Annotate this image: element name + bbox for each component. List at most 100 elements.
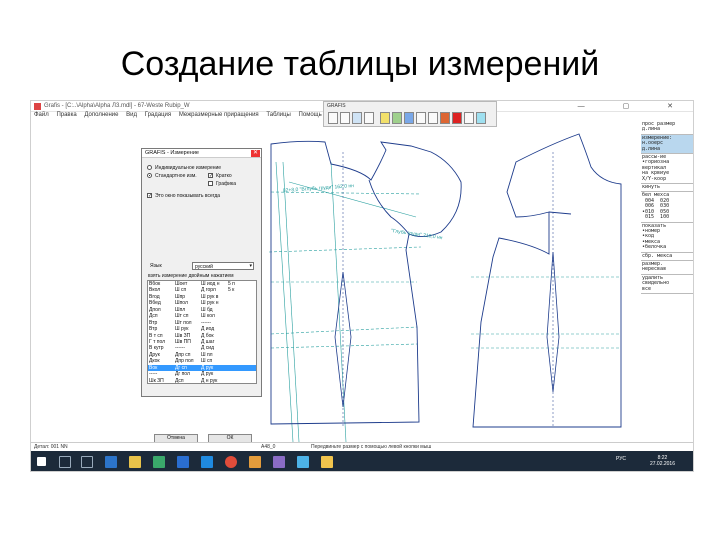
panel-item[interactable]: измерение: н.ооерс д.лина bbox=[641, 134, 693, 155]
taskbar-app-icon[interactable] bbox=[321, 456, 333, 468]
options-icon[interactable] bbox=[464, 112, 474, 124]
new-icon[interactable] bbox=[328, 112, 338, 124]
language-indicator[interactable]: РУС bbox=[616, 456, 626, 462]
chevron-down-icon: ▾ bbox=[249, 263, 252, 269]
info-icon[interactable] bbox=[476, 112, 486, 124]
measurement-cell: Дсп bbox=[149, 313, 158, 320]
app-icon bbox=[34, 103, 41, 110]
construction-lines bbox=[268, 191, 621, 349]
zoom-icon[interactable] bbox=[352, 112, 362, 124]
menu-file[interactable]: Файл bbox=[34, 112, 49, 118]
measurement-cell: Ш пл bbox=[201, 351, 213, 358]
measurement-cell: В т сп bbox=[149, 332, 163, 339]
panel-item[interactable]: размер. нересвав bbox=[641, 261, 693, 275]
check-short[interactable]: ✓ bbox=[208, 173, 213, 179]
measurement-cell: Дг пол bbox=[175, 371, 190, 378]
language-value: русский bbox=[195, 264, 213, 270]
taskbar-app-icon[interactable] bbox=[249, 456, 261, 468]
grafis-taskbar-icon[interactable] bbox=[297, 456, 309, 468]
panel-item[interactable]: удалить свидельно все bbox=[641, 275, 693, 294]
check-show-always[interactable]: ✓ bbox=[147, 193, 152, 199]
measurement-cell: Д сид bbox=[201, 345, 214, 352]
measurement-cell: ------ bbox=[175, 345, 185, 352]
menu-help[interactable]: Помощь bbox=[299, 112, 322, 118]
window-controls[interactable]: — ▢ ✕ bbox=[578, 102, 691, 110]
undo-icon[interactable] bbox=[440, 112, 450, 124]
measurement-cell: Дсп bbox=[175, 377, 184, 384]
measurement-cell: ----- bbox=[149, 371, 158, 378]
measurement-cell: Втр bbox=[149, 319, 158, 326]
measurement-cell: Шт пол bbox=[175, 319, 192, 326]
measurement-cell: ------ bbox=[201, 319, 211, 326]
menu-view[interactable]: Вид bbox=[126, 112, 137, 118]
check-short-label: Кратко bbox=[216, 173, 232, 179]
close-icon[interactable]: ✕ bbox=[251, 150, 260, 157]
slide-title: Создание таблицы измерений bbox=[120, 45, 600, 83]
front-piece-outline bbox=[270, 140, 462, 425]
taskbar-app-icon[interactable] bbox=[177, 456, 189, 468]
measurement-cell: 5 к bbox=[228, 287, 235, 294]
folder-icon[interactable] bbox=[129, 456, 141, 468]
measurement-cell: Ш рук bbox=[175, 326, 189, 333]
check-graphic[interactable] bbox=[208, 181, 213, 186]
menu-edit[interactable]: Правка bbox=[56, 112, 76, 118]
radio-individual[interactable] bbox=[147, 165, 152, 170]
measurement-row[interactable]: Шк ЗП Дсп Д н рук bbox=[148, 377, 256, 384]
grafis-toolbar: GRAFIS bbox=[323, 101, 497, 127]
language-select[interactable]: русский ▾ bbox=[192, 262, 254, 270]
save-icon[interactable] bbox=[340, 112, 350, 124]
status-size: А48_0 bbox=[261, 444, 276, 450]
panel-item[interactable]: прос размер д.лина bbox=[641, 121, 693, 135]
windows-start-icon[interactable] bbox=[37, 457, 46, 466]
drawing-canvas[interactable]: 82+8,0 "Вглубь груди" 162,0 нн "Глубь гр… bbox=[31, 122, 639, 447]
radio-individual-label: Индивидуальное измерение bbox=[155, 165, 222, 171]
radio-standard[interactable] bbox=[147, 173, 152, 178]
measurement-cell: Д бок bbox=[201, 332, 214, 339]
canvas-annotation-2: "Глубь груди" 210,0 нн bbox=[391, 228, 443, 241]
panel-item[interactable]: бел мехса 004 020 006 030 •010 050 015 1… bbox=[641, 192, 693, 223]
task-view-icon[interactable] bbox=[81, 456, 93, 468]
measurement-cell: Д иод bbox=[201, 326, 215, 333]
measurement-cell: Шпол bbox=[175, 300, 188, 307]
clock-date: 27.02.2016 bbox=[649, 461, 675, 467]
measurement-cell: Вбед bbox=[149, 300, 161, 307]
menu-grading[interactable]: Градация bbox=[145, 112, 171, 118]
slide: Создание таблицы измерений Grafis - [C:.… bbox=[0, 0, 720, 540]
measurement-cell: Д горл bbox=[201, 287, 216, 294]
back-piece-outline bbox=[472, 133, 622, 428]
menu-addons[interactable]: Дополнение bbox=[84, 112, 118, 118]
menu-size-increments[interactable]: Межразмерные приращения bbox=[179, 112, 259, 118]
panel-item[interactable]: рассы-ие •гориозна вертикал на крвиуе X/… bbox=[641, 154, 693, 185]
taskbar-app-icon[interactable] bbox=[105, 456, 117, 468]
measurement-cell: Дпр сп bbox=[175, 351, 191, 358]
panel-item[interactable]: показать •номер •код •мекса •белочка bbox=[641, 223, 693, 253]
measurement-cell: Ш рук н bbox=[201, 300, 219, 307]
grid-icon[interactable] bbox=[428, 112, 438, 124]
toolbar-title: GRAFIS bbox=[327, 103, 346, 109]
cross-icon[interactable] bbox=[404, 112, 414, 124]
tool-icon[interactable] bbox=[416, 112, 426, 124]
measurement-cell: 5 п bbox=[228, 281, 235, 287]
measurement-cell: Дпол bbox=[149, 306, 161, 313]
taskbar-app-icon[interactable] bbox=[273, 456, 285, 468]
taskbar-app-icon[interactable] bbox=[153, 456, 165, 468]
measurement-cell: Шт сп bbox=[175, 313, 189, 320]
panel-item[interactable]: сбр. мекса bbox=[641, 253, 693, 261]
measurement-cell: Ш кол bbox=[201, 313, 215, 320]
measurement-list[interactable]: Вбок Шоет Ш иод н 5 п Вкол Ш сп Д горл 5 к Вгод Ш… bbox=[147, 280, 257, 384]
chrome-icon[interactable] bbox=[225, 456, 237, 468]
edge-icon[interactable] bbox=[201, 456, 213, 468]
clock[interactable]: 8:22 27.02.2016 bbox=[650, 455, 675, 467]
measure-icon[interactable] bbox=[380, 112, 390, 124]
menu-tables[interactable]: Таблицы bbox=[266, 112, 291, 118]
measurement-cell: Дпр пол bbox=[175, 358, 194, 365]
measurement-cell: Шпл bbox=[175, 306, 186, 313]
measurement-cell: Вок bbox=[149, 364, 158, 371]
search-icon[interactable] bbox=[59, 456, 71, 468]
print-icon[interactable] bbox=[364, 112, 374, 124]
measurement-cell: Ш сп bbox=[175, 287, 187, 294]
table-icon[interactable] bbox=[392, 112, 402, 124]
status-detail: Детал: 001 NN bbox=[34, 444, 68, 450]
stop-icon[interactable] bbox=[452, 112, 462, 124]
screenshot: Grafis - [C:..\Alpha\Alpha Л3.mdl] - 67-… bbox=[30, 100, 694, 472]
